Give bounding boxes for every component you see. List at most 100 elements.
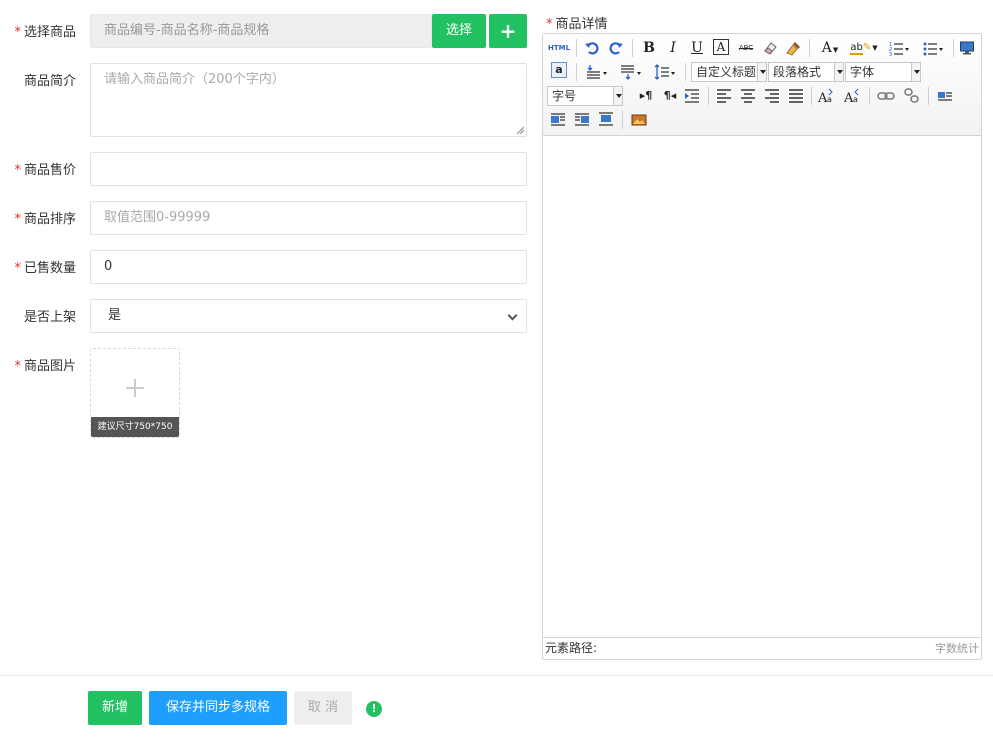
select-product-button[interactable]: 选择: [432, 14, 486, 48]
required-mark: *: [14, 163, 21, 178]
align-justify-icon[interactable]: [787, 86, 805, 106]
label-image: * 商品图片: [10, 355, 76, 374]
image-none-align-icon[interactable]: [936, 86, 954, 106]
label-sort: * 商品排序: [10, 208, 76, 227]
label-sort-text: 商品排序: [23, 212, 76, 227]
element-path-label: 元素路径:: [545, 641, 598, 655]
unordered-list-button[interactable]: [919, 38, 947, 58]
sort-input[interactable]: 取值范围0-99999: [90, 201, 527, 235]
label-detail: * 商品详情: [546, 13, 608, 32]
redo-icon[interactable]: [607, 38, 625, 58]
required-mark: *: [14, 25, 21, 40]
intro-textarea[interactable]: 请输入商品简介（200个字内）: [90, 63, 527, 137]
label-product: * 选择商品: [10, 21, 76, 40]
label-intro: 商品简介: [23, 74, 76, 89]
dropdown-arrow-icon: [757, 63, 766, 81]
onsale-select[interactable]: 是: [90, 299, 527, 333]
price-input[interactable]: [90, 152, 527, 186]
font-size-select[interactable]: 字号: [547, 86, 623, 106]
font-family-text: 字体: [850, 65, 875, 79]
font-color-letter: A: [821, 40, 832, 56]
font-family-select[interactable]: 字体: [845, 62, 921, 82]
special-symbol-button[interactable]: a: [551, 62, 567, 78]
font-border-button[interactable]: A: [713, 39, 729, 55]
image-right-icon[interactable]: [573, 110, 591, 130]
line-height-button[interactable]: [651, 62, 679, 82]
align-right-icon[interactable]: [763, 86, 781, 106]
back-color-letters: ab: [850, 42, 863, 55]
label-price: * 商品售价: [10, 159, 76, 178]
font-size-text: 字号: [552, 89, 577, 103]
add-product-button[interactable]: +: [489, 14, 527, 48]
upload-size-tip: 建议尺寸750*750: [91, 417, 179, 437]
chevron-down-icon: [507, 310, 518, 321]
ordered-list-icon: 123: [889, 42, 909, 58]
row-sold: * 已售数量 0: [0, 250, 527, 284]
label-sold-text: 已售数量: [23, 261, 76, 276]
sold-input[interactable]: 0: [90, 250, 527, 284]
label-product-text: 选择商品: [23, 25, 76, 40]
format-brush-icon[interactable]: [785, 38, 803, 58]
required-mark: *: [14, 359, 21, 374]
rtl-icon: ¶◂: [663, 89, 677, 102]
label-price-text: 商品售价: [23, 163, 76, 178]
insert-image-icon[interactable]: [630, 110, 648, 130]
undo-icon[interactable]: [583, 38, 601, 58]
image-upload[interactable]: 建议尺寸750*750: [90, 348, 180, 438]
svg-text:a: a: [853, 95, 858, 104]
row-spacing-bottom-button[interactable]: [617, 62, 645, 82]
unordered-list-icon: [923, 42, 943, 56]
lowercase-icon[interactable]: Aa: [843, 86, 861, 106]
unlink-icon[interactable]: [903, 86, 921, 106]
underline-button[interactable]: U: [688, 38, 706, 58]
label-detail-text: 商品详情: [555, 17, 608, 32]
align-center-icon[interactable]: [739, 86, 757, 106]
uppercase-icon[interactable]: Aa: [817, 86, 835, 106]
rtl-button[interactable]: ¶◂: [659, 86, 681, 106]
ltr-button[interactable]: ▸¶: [635, 86, 657, 106]
resize-handle-icon[interactable]: [516, 126, 524, 134]
plus-icon: +: [499, 19, 517, 43]
footer-divider: [0, 675, 993, 676]
font-color-button[interactable]: A▼: [817, 38, 843, 58]
align-left-icon[interactable]: [715, 86, 733, 106]
html-source-button[interactable]: HTML: [547, 38, 571, 58]
italic-button[interactable]: I: [664, 38, 682, 58]
required-mark: *: [14, 261, 21, 276]
ordered-list-button[interactable]: 123: [885, 38, 913, 58]
save-sync-button[interactable]: 保存并同步多规格: [149, 691, 287, 725]
link-icon[interactable]: [877, 86, 895, 106]
image-center-icon[interactable]: [597, 110, 615, 130]
row-price: * 商品售价: [0, 152, 527, 186]
label-sold: * 已售数量: [10, 257, 76, 276]
row-intro: 商品简介 请输入商品简介（200个字内）: [0, 63, 527, 137]
svg-text:3: 3: [889, 52, 892, 56]
onsale-selected: 是: [108, 308, 122, 323]
paragraph-select[interactable]: 段落格式: [768, 62, 844, 82]
bold-button[interactable]: B: [640, 38, 658, 58]
info-icon[interactable]: !: [366, 701, 382, 717]
product-input[interactable]: 商品编号-商品名称-商品规格: [90, 14, 432, 48]
dropdown-arrow-icon: [911, 63, 920, 81]
cancel-button[interactable]: 取 消: [294, 691, 352, 725]
editor-toolbar: HTML B I U A ABC A▼ ab✎▼ 123 a 自定义标题 段落格…: [543, 34, 981, 136]
back-color-button[interactable]: ab✎▼: [849, 38, 879, 58]
image-left-icon[interactable]: [549, 110, 567, 130]
dropdown-arrow-icon: [613, 87, 622, 105]
line-height-icon: [654, 64, 675, 80]
row-product: * 选择商品 商品编号-商品名称-商品规格 选择 +: [0, 14, 527, 48]
ltr-icon: ▸¶: [639, 89, 653, 102]
rich-text-editor: HTML B I U A ABC A▼ ab✎▼ 123 a 自定义标题 段落格…: [542, 33, 982, 660]
row-onsale: 是否上架 是: [0, 299, 527, 333]
indent-icon[interactable]: [683, 86, 701, 106]
eraser-icon[interactable]: [761, 38, 779, 58]
required-mark: *: [546, 17, 553, 32]
row-spacing-top-button[interactable]: [583, 62, 611, 82]
label-image-text: 商品图片: [23, 359, 76, 374]
custom-title-select[interactable]: 自定义标题: [691, 62, 767, 82]
add-button[interactable]: 新增: [88, 691, 142, 725]
fullscreen-icon[interactable]: [958, 38, 976, 58]
strikethrough-button[interactable]: ABC: [736, 38, 756, 58]
custom-title-text: 自定义标题: [696, 65, 757, 79]
word-count: 字数统计: [935, 642, 979, 655]
